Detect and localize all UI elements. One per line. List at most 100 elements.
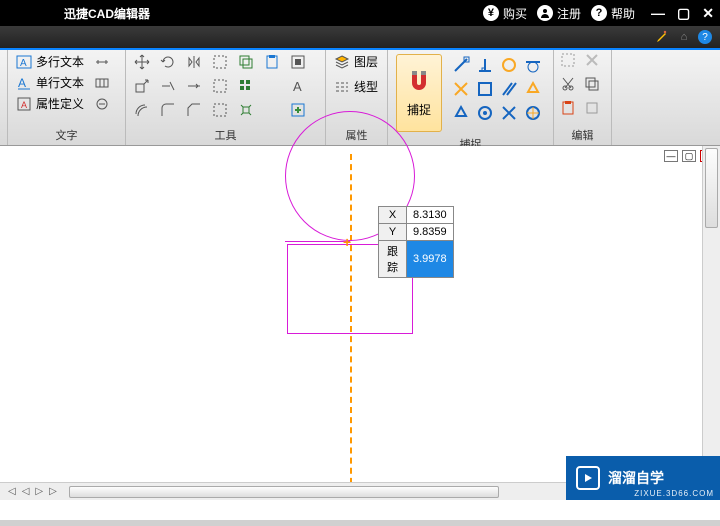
snap-cross-icon[interactable] [450, 78, 472, 100]
undo2-icon[interactable] [584, 100, 606, 122]
watermark-url: ZIXUE.3D66.COM [634, 489, 714, 498]
snap-nearest-icon[interactable] [498, 102, 520, 124]
coord-y-value[interactable]: 9.8359 [407, 224, 454, 241]
attdef-icon: A [16, 96, 32, 112]
snap-mid-icon[interactable] [474, 78, 496, 100]
scrollbar-thumb[interactable] [705, 148, 718, 228]
ltype-icon [334, 79, 350, 95]
copy-icon[interactable] [236, 52, 256, 72]
coord-track-value[interactable]: 3.9978 [407, 241, 454, 278]
help-button[interactable]: ? 帮助 [591, 5, 635, 22]
copy2-icon[interactable] [584, 76, 606, 98]
array-icon[interactable] [236, 76, 256, 96]
attdef-button[interactable]: A 属性定义 [14, 94, 119, 113]
x-cursor-marker: ✕ [341, 6, 358, 31]
fillet-icon[interactable] [158, 100, 178, 120]
ribbon-group-tools: Α 工具 [126, 48, 326, 145]
stext-button[interactable]: A 单行文本 [14, 73, 119, 92]
cut-icon[interactable] [560, 76, 582, 98]
app-title: 迅捷CAD编辑器 [64, 5, 150, 22]
dim-icon[interactable] [94, 54, 110, 70]
snap-endpoint-icon[interactable] [450, 54, 472, 76]
help-icon[interactable]: ? [698, 30, 712, 44]
snap-big-button[interactable]: 捕捉 [396, 54, 442, 132]
dim2-icon[interactable] [94, 75, 110, 91]
insert-icon[interactable] [288, 100, 308, 120]
delete-icon[interactable] [584, 52, 606, 74]
ltype-button[interactable]: 线型 [332, 77, 381, 96]
ribbon-group-snap: 捕捉 捕捉 [388, 48, 554, 145]
offset2-icon[interactable] [210, 76, 230, 96]
title-bar: 迅捷CAD编辑器 ¥ 购买 注册 ? 帮助 — ▢ ✕ [0, 0, 720, 26]
edit-icon[interactable] [654, 29, 670, 45]
extend-icon[interactable] [184, 76, 204, 96]
canvas[interactable]: ✕ + X 8.3130 Y 9.8359 跟踪 3.9978 [0, 146, 720, 500]
user-icon [537, 5, 553, 21]
ribbon-group-text: A 多行文本 A 单行文本 A 属性定义 文字 [8, 48, 126, 145]
drawing-hline [285, 241, 350, 242]
move-icon[interactable] [132, 52, 152, 72]
mtext-button[interactable]: A 多行文本 [14, 52, 119, 71]
layer-icon [334, 54, 350, 70]
region-icon[interactable] [210, 52, 230, 72]
paste-icon[interactable] [262, 52, 282, 72]
gap2-icon[interactable] [262, 100, 282, 120]
text-tool-icon[interactable]: Α [288, 76, 308, 96]
sheet-tabs[interactable]: ◁◁▷▷ [0, 486, 65, 497]
rotate-icon[interactable] [158, 52, 178, 72]
scale-icon[interactable] [132, 76, 152, 96]
coordinate-panel: X 8.3130 Y 9.8359 跟踪 3.9978 [378, 206, 454, 278]
paste2-icon[interactable] [560, 100, 582, 122]
scrollbar-thumb[interactable] [69, 486, 499, 498]
coord-track-label: 跟踪 [379, 241, 407, 278]
snap-node-icon[interactable] [450, 102, 472, 124]
snap-circle-icon[interactable] [498, 54, 520, 76]
play-icon [576, 466, 600, 490]
drawing-viewport[interactable]: — ▢ ✕ ✕ + X 8.3130 Y 9.8359 跟踪 3.9 [0, 146, 720, 500]
svg-text:A: A [20, 58, 27, 69]
mirror-icon[interactable] [184, 52, 204, 72]
ribbon-group-edit: 编辑 [554, 48, 612, 145]
minimize-button[interactable]: — [651, 5, 665, 22]
snap-tangent-icon[interactable] [522, 54, 544, 76]
snap-parallel-icon[interactable] [498, 78, 520, 100]
svg-text:A: A [21, 100, 27, 110]
chamfer-icon[interactable] [184, 100, 204, 120]
status-bar [0, 520, 720, 526]
align-icon[interactable] [210, 100, 230, 120]
coord-x-value[interactable]: 8.3130 [407, 207, 454, 224]
coord-y-label: Y [379, 224, 407, 241]
buy-button[interactable]: ¥ 购买 [483, 5, 527, 22]
group-label: 工具 [132, 125, 319, 143]
mtext-icon: A [16, 54, 32, 70]
block-icon[interactable] [288, 52, 308, 72]
svg-text:Α: Α [293, 79, 302, 94]
vertical-scrollbar[interactable] [702, 146, 720, 480]
maximize-button[interactable]: ▢ [677, 5, 690, 22]
svg-text:A: A [18, 76, 26, 90]
layer-button[interactable]: 图层 [332, 52, 381, 71]
question-icon: ? [591, 5, 607, 21]
snap-quadrant-icon[interactable] [522, 78, 544, 100]
stext-icon: A [16, 75, 32, 91]
snap-center-icon[interactable] [522, 102, 544, 124]
dim3-icon[interactable] [94, 96, 110, 112]
close-button[interactable]: ✕ [702, 5, 714, 22]
watermark: 溜溜自学 ZIXUE.3D66.COM [566, 456, 720, 500]
home-icon[interactable]: ⌂ [676, 29, 692, 45]
snap-perp-icon[interactable] [474, 54, 496, 76]
gap-icon[interactable] [262, 76, 282, 96]
select-icon[interactable] [560, 52, 582, 74]
plus-marker: + [343, 234, 351, 250]
snap-insert-icon[interactable] [474, 102, 496, 124]
register-button[interactable]: 注册 [537, 5, 581, 22]
group-label: 文字 [14, 125, 119, 143]
watermark-brand: 溜溜自学 [608, 468, 664, 488]
coord-x-label: X [379, 207, 407, 224]
group-label: 编辑 [560, 125, 605, 143]
offset-icon[interactable] [132, 100, 152, 120]
quick-access-bar: ⌂ ? [0, 26, 720, 48]
trim-icon[interactable] [158, 76, 178, 96]
yen-icon: ¥ [483, 5, 499, 21]
explode-icon[interactable] [236, 100, 256, 120]
